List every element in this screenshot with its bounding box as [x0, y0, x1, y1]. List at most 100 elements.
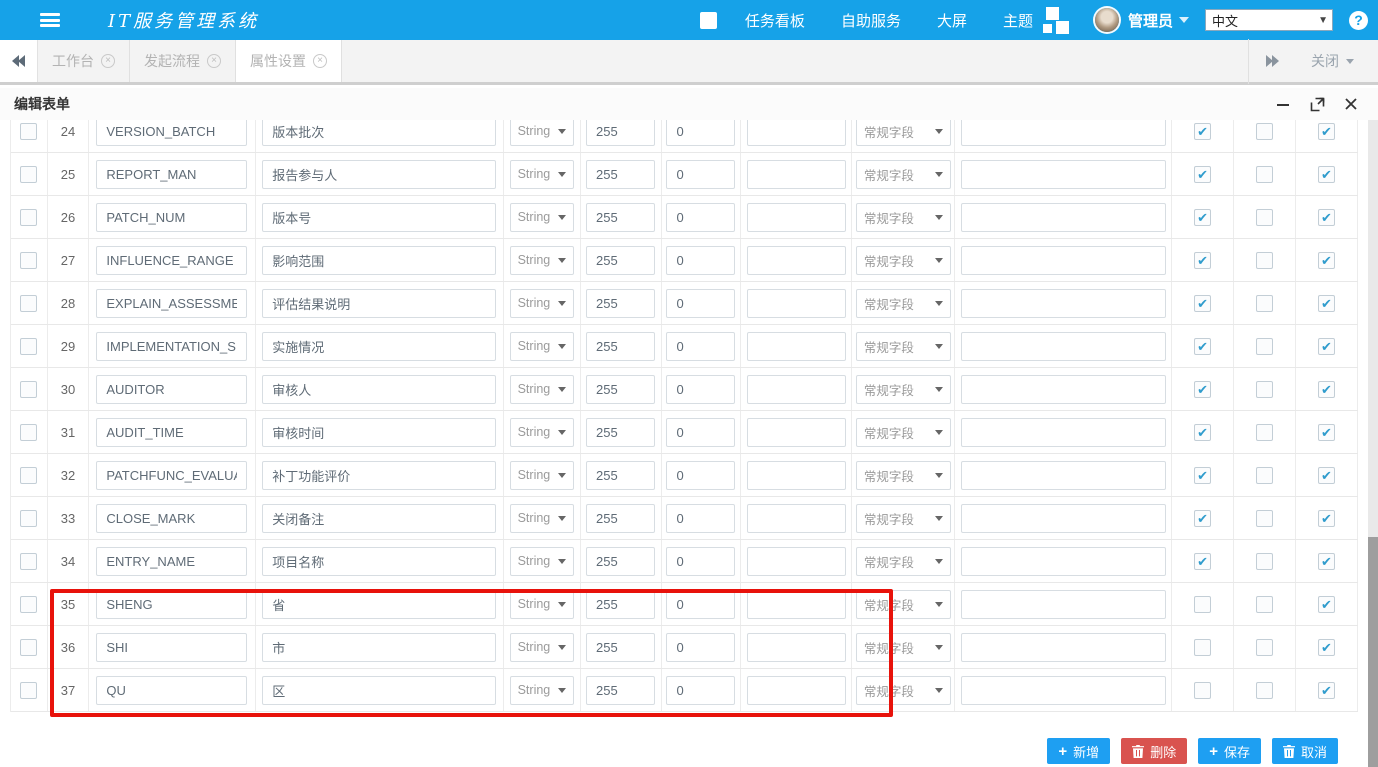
field-length-input[interactable]	[586, 633, 655, 662]
field-name-input[interactable]	[96, 160, 247, 189]
field-name-input[interactable]	[96, 375, 247, 404]
field-default-input[interactable]	[747, 461, 846, 490]
maximize-button[interactable]	[1306, 93, 1328, 115]
field-category-select[interactable]: 常规字段	[856, 590, 951, 619]
field-length-input[interactable]	[586, 160, 655, 189]
row-flag2-checkbox[interactable]	[1256, 123, 1273, 140]
field-type-select[interactable]: String	[510, 547, 574, 576]
field-remark-input[interactable]	[961, 590, 1166, 619]
field-name-input[interactable]	[96, 633, 247, 662]
theme-grid-icon[interactable]	[1043, 6, 1071, 34]
row-select-checkbox[interactable]	[20, 510, 37, 527]
field-name-input[interactable]	[96, 289, 247, 318]
field-type-select[interactable]: String	[510, 160, 574, 189]
row-flag3-checkbox[interactable]	[1318, 295, 1335, 312]
field-default-input[interactable]	[747, 418, 846, 447]
field-name-input[interactable]	[96, 203, 247, 232]
field-decimal-input[interactable]	[666, 461, 735, 490]
field-type-select[interactable]: String	[510, 676, 574, 705]
tab-close-icon[interactable]: ×	[101, 54, 115, 68]
field-label-input[interactable]	[262, 375, 496, 404]
user-avatar[interactable]	[1095, 8, 1119, 32]
row-flag1-checkbox[interactable]	[1194, 295, 1211, 312]
field-default-input[interactable]	[747, 375, 846, 404]
field-remark-input[interactable]	[961, 547, 1166, 576]
field-remark-input[interactable]	[961, 461, 1166, 490]
row-flag2-checkbox[interactable]	[1256, 424, 1273, 441]
field-length-input[interactable]	[586, 203, 655, 232]
field-remark-input[interactable]	[961, 289, 1166, 318]
field-default-input[interactable]	[747, 246, 846, 275]
field-type-select[interactable]: String	[510, 289, 574, 318]
row-flag3-checkbox[interactable]	[1318, 338, 1335, 355]
row-flag3-checkbox[interactable]	[1318, 381, 1335, 398]
field-label-input[interactable]	[262, 633, 496, 662]
row-flag2-checkbox[interactable]	[1256, 596, 1273, 613]
field-decimal-input[interactable]	[666, 676, 735, 705]
row-flag2-checkbox[interactable]	[1256, 252, 1273, 269]
row-flag1-checkbox[interactable]	[1194, 252, 1211, 269]
row-flag2-checkbox[interactable]	[1256, 166, 1273, 183]
field-remark-input[interactable]	[961, 332, 1166, 361]
field-label-input[interactable]	[262, 332, 496, 361]
field-remark-input[interactable]	[961, 203, 1166, 232]
field-default-input[interactable]	[747, 160, 846, 189]
field-default-input[interactable]	[747, 590, 846, 619]
field-category-select[interactable]: 常规字段	[856, 547, 951, 576]
field-category-select[interactable]: 常规字段	[856, 160, 951, 189]
field-name-input[interactable]	[96, 418, 247, 447]
field-remark-input[interactable]	[961, 633, 1166, 662]
vertical-scrollbar[interactable]	[1368, 120, 1378, 767]
field-length-input[interactable]	[586, 120, 655, 146]
field-name-input[interactable]	[96, 504, 247, 533]
nav-task-board[interactable]: 任务看板	[745, 10, 805, 31]
row-flag2-checkbox[interactable]	[1256, 295, 1273, 312]
collapse-left-button[interactable]	[0, 40, 38, 82]
row-select-checkbox[interactable]	[20, 252, 37, 269]
field-decimal-input[interactable]	[666, 160, 735, 189]
field-length-input[interactable]	[586, 246, 655, 275]
row-flag3-checkbox[interactable]	[1318, 639, 1335, 656]
row-flag3-checkbox[interactable]	[1318, 596, 1335, 613]
row-flag3-checkbox[interactable]	[1318, 553, 1335, 570]
field-length-input[interactable]	[586, 590, 655, 619]
tab-start-process[interactable]: 发起流程 ×	[130, 40, 236, 82]
field-default-input[interactable]	[747, 120, 846, 146]
field-type-select[interactable]: String	[510, 418, 574, 447]
field-default-input[interactable]	[747, 504, 846, 533]
language-select[interactable]: 中文 ▼	[1205, 9, 1333, 31]
field-label-input[interactable]	[262, 418, 496, 447]
field-default-input[interactable]	[747, 633, 846, 662]
row-flag1-checkbox[interactable]	[1194, 682, 1211, 699]
field-default-input[interactable]	[747, 289, 846, 318]
row-select-checkbox[interactable]	[20, 682, 37, 699]
message-square-icon[interactable]	[700, 12, 717, 29]
close-tabs-button[interactable]: 关闭	[1295, 51, 1378, 71]
row-select-checkbox[interactable]	[20, 381, 37, 398]
field-name-input[interactable]	[96, 676, 247, 705]
field-name-input[interactable]	[96, 120, 247, 146]
field-category-select[interactable]: 常规字段	[856, 203, 951, 232]
scrollbar-thumb[interactable]	[1368, 537, 1378, 767]
row-flag2-checkbox[interactable]	[1256, 381, 1273, 398]
field-label-input[interactable]	[262, 203, 496, 232]
field-length-input[interactable]	[586, 289, 655, 318]
help-icon[interactable]: ?	[1349, 11, 1368, 30]
row-flag2-checkbox[interactable]	[1256, 682, 1273, 699]
field-length-input[interactable]	[586, 375, 655, 404]
row-flag1-checkbox[interactable]	[1194, 166, 1211, 183]
field-type-select[interactable]: String	[510, 590, 574, 619]
field-label-input[interactable]	[262, 160, 496, 189]
row-flag3-checkbox[interactable]	[1318, 123, 1335, 140]
field-label-input[interactable]	[262, 120, 496, 146]
row-flag1-checkbox[interactable]	[1194, 209, 1211, 226]
field-length-input[interactable]	[586, 676, 655, 705]
field-length-input[interactable]	[586, 418, 655, 447]
tab-attribute-settings[interactable]: 属性设置 ×	[236, 40, 342, 82]
field-type-select[interactable]: String	[510, 246, 574, 275]
field-category-select[interactable]: 常规字段	[856, 246, 951, 275]
field-type-select[interactable]: String	[510, 461, 574, 490]
field-type-select[interactable]: String	[510, 504, 574, 533]
row-flag3-checkbox[interactable]	[1318, 209, 1335, 226]
field-decimal-input[interactable]	[666, 120, 735, 146]
